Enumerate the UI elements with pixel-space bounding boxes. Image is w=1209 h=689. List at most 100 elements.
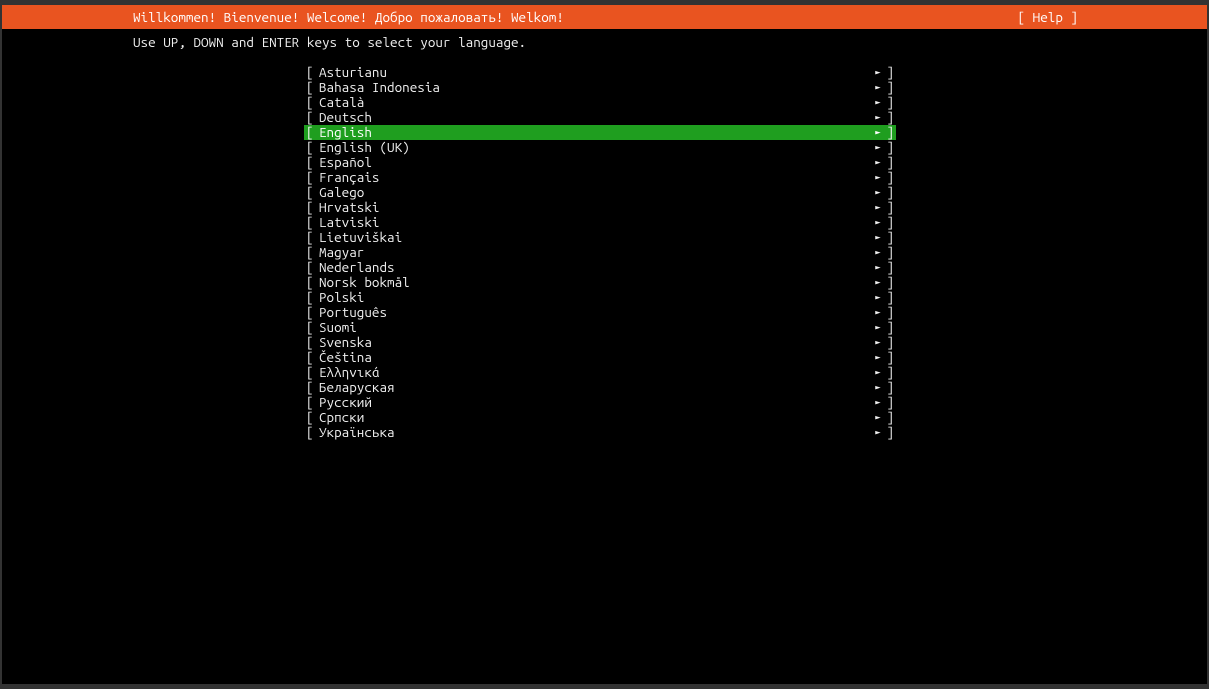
bracket-open: [ (304, 140, 319, 155)
bracket-open: [ (304, 365, 319, 380)
chevron-right-icon: ► (870, 410, 886, 425)
language-option[interactable]: [Српски►] (304, 410, 896, 425)
bracket-open: [ (304, 305, 319, 320)
chevron-right-icon: ► (870, 365, 886, 380)
language-name: Polski (319, 290, 870, 305)
bracket-close: ] (886, 410, 896, 425)
language-option[interactable]: [Latviski►] (304, 215, 896, 230)
language-option[interactable]: [Bahasa Indonesia►] (304, 80, 896, 95)
language-name: English (UK) (319, 140, 870, 155)
language-name: Ελληνικά (319, 365, 870, 380)
language-option[interactable]: [Svenska►] (304, 335, 896, 350)
bracket-close: ] (886, 335, 896, 350)
bracket-close: ] (886, 170, 896, 185)
bracket-close: ] (886, 125, 896, 140)
bracket-open: [ (304, 215, 319, 230)
language-name: Čeština (319, 350, 870, 365)
bracket-close: ] (886, 365, 896, 380)
language-name: Українська (319, 425, 870, 440)
bracket-open: [ (304, 65, 319, 80)
bracket-close: ] (886, 215, 896, 230)
language-name: Беларуская (319, 380, 870, 395)
help-button[interactable]: [ Help ] (1018, 5, 1203, 29)
bracket-close: ] (886, 320, 896, 335)
language-option[interactable]: [English (UK)►] (304, 140, 896, 155)
language-name: Norsk bokmål (319, 275, 870, 290)
language-name: Galego (319, 185, 870, 200)
content-area: Use UP, DOWN and ENTER keys to select yo… (2, 29, 1207, 440)
chevron-right-icon: ► (870, 230, 886, 245)
bracket-close: ] (886, 350, 896, 365)
chevron-right-icon: ► (870, 140, 886, 155)
bracket-open: [ (304, 230, 319, 245)
chevron-right-icon: ► (870, 65, 886, 80)
chevron-right-icon: ► (870, 290, 886, 305)
language-option[interactable]: [Asturianu►] (304, 65, 896, 80)
bracket-close: ] (886, 230, 896, 245)
language-option[interactable]: [Magyar►] (304, 245, 896, 260)
language-option[interactable]: [Беларуская►] (304, 380, 896, 395)
bracket-close: ] (886, 185, 896, 200)
language-option[interactable]: [English►] (304, 125, 896, 140)
bracket-open: [ (304, 275, 319, 290)
chevron-right-icon: ► (870, 95, 886, 110)
chevron-right-icon: ► (870, 185, 886, 200)
bracket-open: [ (304, 245, 319, 260)
bracket-close: ] (886, 155, 896, 170)
language-option[interactable]: [Suomi►] (304, 320, 896, 335)
language-name: Magyar (319, 245, 870, 260)
language-option[interactable]: [Hrvatski►] (304, 200, 896, 215)
chevron-right-icon: ► (870, 275, 886, 290)
language-option[interactable]: [Español►] (304, 155, 896, 170)
chevron-right-icon: ► (870, 110, 886, 125)
language-option[interactable]: [Português►] (304, 305, 896, 320)
chevron-right-icon: ► (870, 350, 886, 365)
chevron-right-icon: ► (870, 380, 886, 395)
bracket-open: [ (304, 185, 319, 200)
bracket-close: ] (886, 110, 896, 125)
language-name: Русский (319, 395, 870, 410)
language-name: Español (319, 155, 870, 170)
bracket-close: ] (886, 95, 896, 110)
language-list: [Asturianu►][Bahasa Indonesia►][Català►]… (2, 57, 1207, 440)
language-name: Српски (319, 410, 870, 425)
language-option[interactable]: [Norsk bokmål►] (304, 275, 896, 290)
chevron-right-icon: ► (870, 125, 886, 140)
language-option[interactable]: [Français►] (304, 170, 896, 185)
installer-frame: Willkommen! Bienvenue! Welcome! Добро по… (0, 0, 1209, 689)
language-option[interactable]: [Galego►] (304, 185, 896, 200)
language-name: Français (319, 170, 870, 185)
chevron-right-icon: ► (870, 245, 886, 260)
bracket-close: ] (886, 290, 896, 305)
language-option[interactable]: [Nederlands►] (304, 260, 896, 275)
bracket-close: ] (886, 395, 896, 410)
bracket-open: [ (304, 290, 319, 305)
language-option[interactable]: [Čeština►] (304, 350, 896, 365)
header-title: Willkommen! Bienvenue! Welcome! Добро по… (6, 5, 564, 29)
language-option[interactable]: [Ελληνικά►] (304, 365, 896, 380)
language-option[interactable]: [Українська►] (304, 425, 896, 440)
language-name: Latviski (319, 215, 870, 230)
bracket-open: [ (304, 95, 319, 110)
header-bar: Willkommen! Bienvenue! Welcome! Добро по… (2, 5, 1207, 29)
bracket-close: ] (886, 65, 896, 80)
bracket-open: [ (304, 155, 319, 170)
language-option[interactable]: [Polski►] (304, 290, 896, 305)
language-option[interactable]: [Deutsch►] (304, 110, 896, 125)
bracket-close: ] (886, 275, 896, 290)
bracket-open: [ (304, 335, 319, 350)
bracket-open: [ (304, 125, 319, 140)
language-name: Svenska (319, 335, 870, 350)
bracket-close: ] (886, 245, 896, 260)
language-name: Lietuviškai (319, 230, 870, 245)
bracket-open: [ (304, 170, 319, 185)
bracket-close: ] (886, 260, 896, 275)
bracket-open: [ (304, 410, 319, 425)
bracket-open: [ (304, 260, 319, 275)
language-option[interactable]: [Català►] (304, 95, 896, 110)
bracket-open: [ (304, 80, 319, 95)
language-name: Nederlands (319, 260, 870, 275)
chevron-right-icon: ► (870, 425, 886, 440)
language-option[interactable]: [Русский►] (304, 395, 896, 410)
language-option[interactable]: [Lietuviškai►] (304, 230, 896, 245)
